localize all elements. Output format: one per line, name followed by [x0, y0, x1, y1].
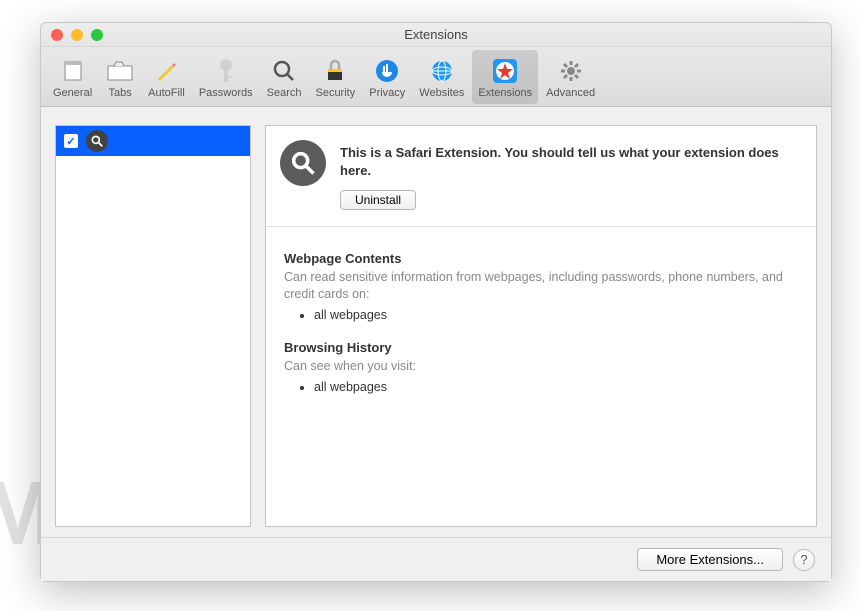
extension-icon — [86, 130, 108, 152]
detail-header: This is a Safari Extension. You should t… — [266, 126, 816, 227]
bullet-item: all webpages — [314, 308, 798, 322]
extension-checkbox[interactable]: ✓ — [64, 134, 78, 148]
privacy-icon — [373, 57, 401, 85]
advanced-icon — [557, 57, 585, 85]
tabs-icon — [106, 57, 134, 85]
tab-extensions[interactable]: Extensions — [472, 50, 538, 104]
extension-description: This is a Safari Extension. You should t… — [340, 144, 802, 180]
traffic-lights — [51, 29, 103, 41]
zoom-icon[interactable] — [91, 29, 103, 41]
extensions-icon — [491, 57, 519, 85]
tab-label: AutoFill — [148, 87, 185, 99]
tab-advanced[interactable]: Advanced — [540, 50, 601, 104]
websites-icon — [428, 57, 456, 85]
section-desc: Can read sensitive information from webp… — [284, 269, 798, 302]
sidebar-item-extension[interactable]: ✓ — [56, 126, 250, 156]
tab-label: Websites — [419, 87, 464, 99]
general-icon — [59, 57, 87, 85]
tab-label: General — [53, 87, 92, 99]
tab-websites[interactable]: Websites — [413, 50, 470, 104]
preferences-window: Extensions General Tabs AutoFill Passwor… — [40, 22, 832, 582]
bullet-item: all webpages — [314, 380, 798, 394]
tab-label: Tabs — [109, 87, 132, 99]
tab-privacy[interactable]: Privacy — [363, 50, 411, 104]
minimize-icon[interactable] — [71, 29, 83, 41]
tab-label: Extensions — [478, 87, 532, 99]
extensions-sidebar: ✓ — [55, 125, 251, 527]
passwords-icon — [212, 57, 240, 85]
tab-security[interactable]: Security — [309, 50, 361, 104]
help-button[interactable]: ? — [793, 549, 815, 571]
tab-label: Search — [267, 87, 302, 99]
section-desc: Can see when you visit: — [284, 358, 798, 374]
tab-tabs[interactable]: Tabs — [100, 50, 140, 104]
section-title: Browsing History — [284, 340, 798, 355]
extension-large-icon — [280, 140, 326, 186]
extension-detail: This is a Safari Extension. You should t… — [265, 125, 817, 527]
tab-general[interactable]: General — [47, 50, 98, 104]
tab-passwords[interactable]: Passwords — [193, 50, 259, 104]
tab-autofill[interactable]: AutoFill — [142, 50, 191, 104]
tab-label: Passwords — [199, 87, 253, 99]
tab-search[interactable]: Search — [261, 50, 308, 104]
autofill-icon — [152, 57, 180, 85]
tab-label: Advanced — [546, 87, 595, 99]
titlebar: Extensions — [41, 23, 831, 47]
detail-body: Webpage Contents Can read sensitive info… — [266, 227, 816, 436]
uninstall-button[interactable]: Uninstall — [340, 190, 416, 210]
security-icon — [321, 57, 349, 85]
content-area: ✓ This is a Safari Extension. You should… — [41, 107, 831, 537]
preferences-toolbar: General Tabs AutoFill Passwords Search — [41, 47, 831, 107]
tab-label: Privacy — [369, 87, 405, 99]
more-extensions-button[interactable]: More Extensions... — [637, 548, 783, 571]
tab-label: Security — [315, 87, 355, 99]
window-title: Extensions — [41, 27, 831, 42]
close-icon[interactable] — [51, 29, 63, 41]
search-icon — [270, 57, 298, 85]
window-footer: More Extensions... ? — [41, 537, 831, 581]
section-title: Webpage Contents — [284, 251, 798, 266]
